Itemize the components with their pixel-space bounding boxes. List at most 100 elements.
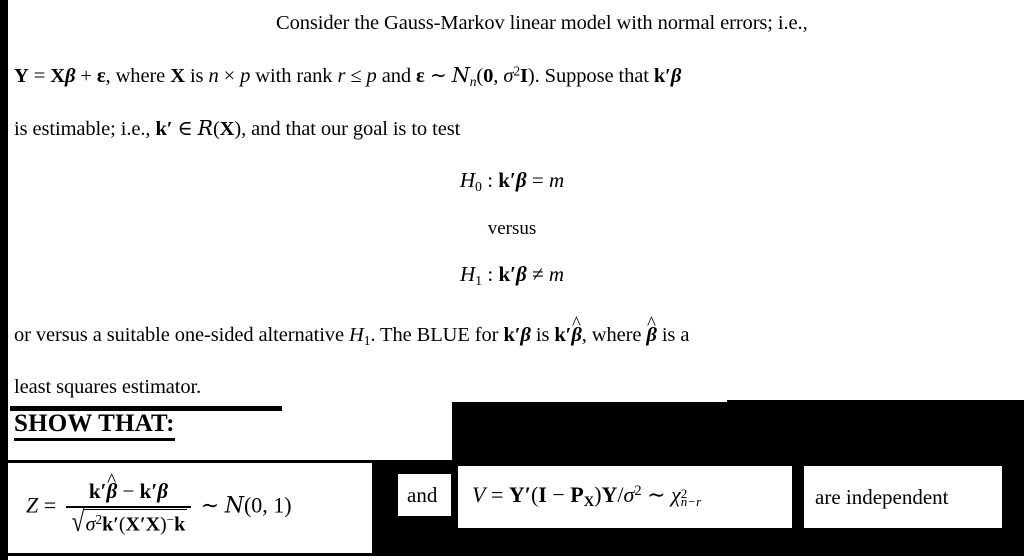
prose-line-3: is estimable; i.e., k′ ∈ R(X), and that … [14,105,1010,153]
den-paren-close: ) [160,513,167,536]
z-denominator: √ σ2k′(X′X)−k [66,505,192,538]
prose-line-5-text: least squares estimator. [14,375,202,398]
paren-open-3: ( [212,117,220,140]
vector-epsilon: ε [96,64,106,87]
versus-label: versus [487,218,537,239]
z-normal-symbol: N [224,494,244,520]
v-Y1: Y [508,482,525,508]
alt-k: k [498,262,511,286]
num-hat-accent-icon: ^ [107,470,117,492]
blue-beta: β [520,324,531,346]
prose-line-3-math: is estimable; i.e., k′ ∈ R(X), and that … [14,115,461,140]
bottom-white-strip [8,556,1024,560]
z-normal-params: (0, 1) [243,493,292,519]
prose-line-1: Consider the Gauss-Markov linear model w… [14,0,1010,47]
den-X1: X [125,513,140,536]
hat-accent-icon: ^ [571,313,581,335]
null-hypothesis: H0 : k′β = m [0,168,1024,195]
hat-accent-icon-2: ^ [647,313,656,335]
v-minus: − [546,482,571,508]
v-sigma: σ [623,482,635,508]
prose-line-1-text: Consider the Gauss-Markov linear model w… [276,12,808,34]
null-hypothesis-math: H0 : k′β = m [459,168,565,194]
leq-op: ≤ [345,64,367,87]
show-that-heading: SHOW THAT: [14,410,175,441]
chi-squared-symbol: χ [671,482,681,508]
num-beta-hat-group: ^ β [107,471,118,502]
vector-beta-2: β [670,64,682,87]
z-statistic-formula: Z = k′ ^ β − k′β √ σ2k′(X′X)−k ∼ N(0, 1) [8,471,292,538]
v-statistic-card: V = Y′(I − PX)Y/σ2 ∼ χ 2 n−r [458,466,792,528]
blue-k-hat: k [554,324,566,346]
text-where: , where [105,64,171,87]
text-blue-for: . The BLUE for [370,324,504,346]
z-variable: Z [26,493,39,519]
matrix-X-3: X [219,117,235,140]
equals-op: = [28,64,51,87]
sigma-exponent: 2 [513,63,521,78]
conjunction-text: and [407,482,438,507]
conjunction-card: and [398,474,451,516]
v-variable: V [472,482,486,508]
text-is-a: is a [656,324,690,346]
identity-matrix: I [520,64,528,87]
text-one-sided: or versus a suitable one-sided alternati… [14,324,349,346]
beta-hat-group: ^ β [571,314,582,346]
rowspace-symbol: R [197,115,213,140]
blue-statement: or versus a suitable one-sided alternati… [14,312,1010,411]
alternative-hypothesis: H1 : k′β ≠ m [0,262,1024,289]
beta-hat-group-2: ^ β [646,314,657,346]
hypothesis-H1-symbol: H [459,262,476,286]
dim-n: n [208,64,219,87]
text-is: is [184,64,209,87]
matrix-X-2: X [170,64,185,87]
radicand: σ2k′(X′X)−k [83,508,188,538]
text-with-rank: with rank [250,64,338,87]
v-paren-close: ) [594,482,602,508]
v-Y2: Y [601,482,618,508]
z-fraction: k′ ^ β − k′β √ σ2k′(X′X)−k [65,471,192,538]
null-m: m [548,168,565,192]
element-of-op: ∈ [172,117,198,140]
vector-k-3: k [155,117,167,140]
prose-line-4-math: or versus a suitable one-sided alternati… [14,314,690,347]
v-sigma-exp: 2 [634,483,642,500]
radical-sign-icon: √ [71,505,85,538]
hypothesis-H0-symbol: H [459,168,475,192]
num-k2: k [139,479,152,504]
den-k-end: k [174,513,186,536]
z-statistic-card: Z = k′ ^ β − k′β √ σ2k′(X′X)−k ∼ N(0, 1) [8,463,372,553]
zero-vector: 0 [483,64,494,87]
show-that-label: SHOW THAT: [14,410,175,441]
v-identity: I [538,482,547,508]
z-equals: = [38,493,62,519]
v-distributed-as: ∼ [641,482,672,508]
alt-beta: β [516,262,527,286]
num-beta: β [157,479,168,504]
v-statistic-formula: V = Y′(I − PX)Y/σ2 ∼ χ 2 n−r [458,482,701,511]
distributed-op: ∼ [424,64,452,87]
v-equals: = [485,482,509,508]
alternative-hypothesis-math: H1 : k′β ≠ m [459,262,564,288]
rank-p: p [366,64,377,87]
null-beta: β [515,168,527,192]
hypothesis-H1-ref: H [348,324,364,346]
text-goal-is-to-test: ), and that our goal is to test [234,117,461,140]
colon-sep-1: : [482,262,499,286]
hypothesis-H0-subscript: 0 [475,178,482,194]
z-distributed-as: ∼ [195,493,225,519]
alt-relation: ≠ [526,262,549,286]
den-sigma: σ [85,513,96,536]
prose-line-2: Y = Xβ + ε, where X is n × p with rank r… [14,47,1010,105]
overlay-bar-showthat-right [452,402,727,460]
problem-statement: Consider the Gauss-Markov linear model w… [14,0,1010,153]
versus-separator: versus [0,218,1024,240]
prose-line-2-math: Y = Xβ + ε, where X is n × p with rank r… [14,63,682,89]
den-X2: X [145,513,161,536]
matrix-X: X [50,64,65,87]
null-relation: = [526,168,549,192]
text-is-2: is [530,324,555,346]
null-k: k [498,168,510,192]
vector-k: k [653,64,666,87]
conclusion-text: are independent [815,484,949,509]
